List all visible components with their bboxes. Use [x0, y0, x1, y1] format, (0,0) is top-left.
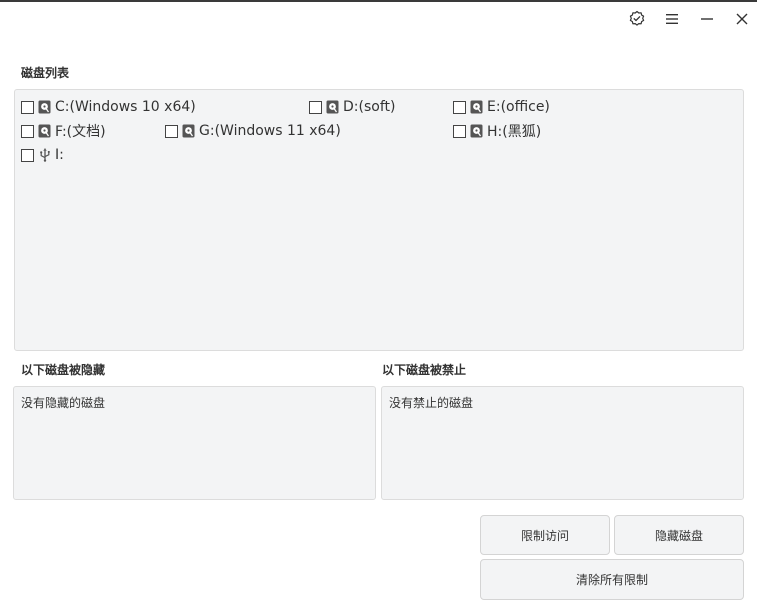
- disk-checkbox[interactable]: [309, 100, 322, 114]
- disk-item-e[interactable]: E:(office): [453, 98, 550, 116]
- drive-icon: [326, 100, 339, 114]
- disk-label: E:(office): [487, 99, 550, 115]
- disk-label: D:(soft): [343, 99, 396, 115]
- disk-checkbox[interactable]: [165, 124, 178, 138]
- drive-icon: [470, 124, 483, 138]
- window-top-border: [0, 0, 757, 2]
- disk-item-c[interactable]: C:(Windows 10 x64): [21, 98, 196, 116]
- hide-disk-button[interactable]: 隐藏磁盘: [614, 515, 744, 555]
- badge-check-icon[interactable]: [626, 8, 648, 30]
- close-icon[interactable]: [731, 8, 753, 30]
- hidden-disks-empty-text: 没有隐藏的磁盘: [21, 396, 106, 410]
- disk-label: F:(文档): [55, 124, 106, 140]
- drive-icon: [182, 124, 195, 138]
- drive-icon: [38, 124, 51, 138]
- disabled-disks-empty-text: 没有禁止的磁盘: [389, 396, 474, 410]
- hidden-disks-label: 以下磁盘被隐藏: [21, 363, 106, 377]
- disk-label: I:: [55, 147, 64, 163]
- disk-label: G:(Windows 11 x64): [199, 123, 341, 139]
- disk-checkbox[interactable]: [453, 100, 466, 114]
- disk-item-g[interactable]: G:(Windows 11 x64): [165, 122, 341, 140]
- disk-item-h[interactable]: H:(黑狐): [453, 122, 541, 140]
- disk-checkbox[interactable]: [21, 148, 34, 162]
- disk-item-f[interactable]: F:(文档): [21, 122, 106, 140]
- disk-list-panel: [14, 89, 744, 351]
- restrict-access-button[interactable]: 限制访问: [480, 515, 610, 555]
- disk-item-d[interactable]: D:(soft): [309, 98, 395, 116]
- disk-item-i[interactable]: I:: [21, 146, 64, 164]
- drive-icon: [470, 100, 483, 114]
- disk-checkbox[interactable]: [21, 124, 34, 138]
- disk-checkbox[interactable]: [21, 100, 34, 114]
- disk-label: C:(Windows 10 x64): [55, 99, 196, 115]
- menu-icon[interactable]: [661, 8, 683, 30]
- disk-list-label: 磁盘列表: [21, 66, 70, 80]
- drive-icon: [38, 100, 51, 114]
- disk-label: H:(黑狐): [487, 124, 542, 140]
- minimize-icon[interactable]: [696, 8, 718, 30]
- usb-icon: [38, 148, 51, 162]
- disk-checkbox[interactable]: [453, 124, 466, 138]
- clear-all-restrictions-button[interactable]: 清除所有限制: [480, 559, 744, 600]
- disabled-disks-label: 以下磁盘被禁止: [382, 363, 467, 377]
